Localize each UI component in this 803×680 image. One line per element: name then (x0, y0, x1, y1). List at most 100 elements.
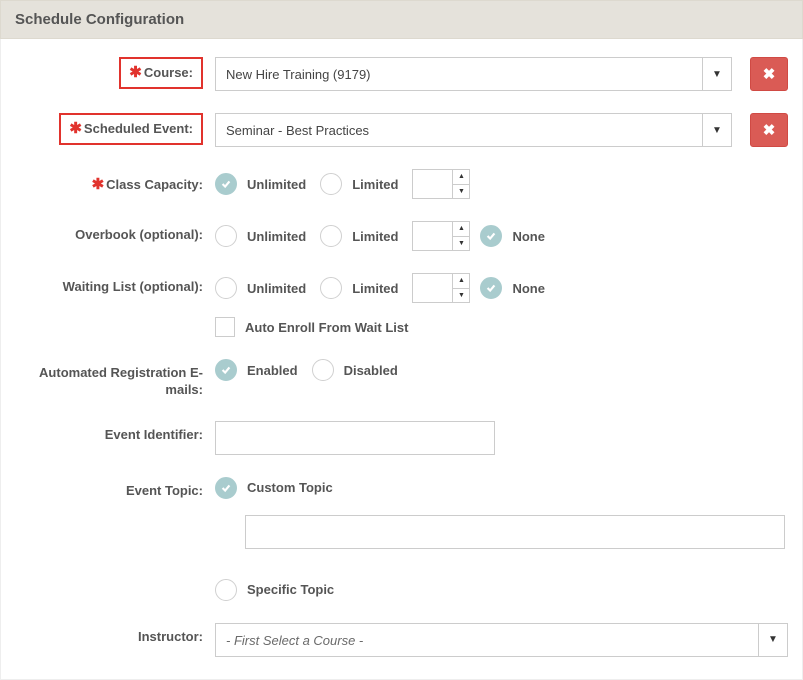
radio-emails-enabled[interactable] (215, 359, 237, 381)
label-auto-enroll: Auto Enroll From Wait List (245, 320, 408, 335)
row-auto-emails: Automated Registration E-mails: Enabled … (15, 359, 788, 399)
spinner-down-icon[interactable]: ▼ (453, 237, 469, 251)
input-waitlist-limit[interactable] (412, 273, 452, 303)
chevron-down-icon: ▼ (702, 57, 732, 91)
control-waiting-list: Unlimited Limited ▲ ▼ None (215, 273, 788, 303)
spinner-up-icon[interactable]: ▲ (453, 222, 469, 237)
custom-topic-option: Custom Topic (215, 477, 337, 499)
required-star-icon: ✱ (92, 176, 105, 193)
input-capacity-limit[interactable] (412, 169, 452, 199)
radio-custom-topic[interactable] (215, 477, 237, 499)
label-class-capacity: Class Capacity: (106, 177, 203, 192)
label-auto-emails-col: Automated Registration E-mails: (15, 359, 215, 399)
waitlist-number-wrap: ▲ ▼ (412, 273, 470, 303)
spinner-down-icon[interactable]: ▼ (453, 289, 469, 303)
remove-course-button[interactable]: ✖ (750, 57, 788, 91)
label-course: Course: (144, 65, 193, 80)
check-icon (220, 482, 232, 494)
row-class-capacity: ✱Class Capacity: Unlimited Limited ▲ ▼ (15, 169, 788, 199)
row-scheduled-event: ✱Scheduled Event: Seminar - Best Practic… (15, 113, 788, 147)
label-none: None (512, 229, 545, 244)
check-icon (220, 364, 232, 376)
label-auto-enroll-col (15, 317, 215, 323)
input-event-identifier[interactable] (215, 421, 495, 455)
checkbox-auto-enroll[interactable] (215, 317, 235, 337)
check-icon (485, 230, 497, 242)
label-event-topic: Event Topic: (126, 483, 203, 498)
label-limited: Limited (352, 281, 398, 296)
remove-scheduled-event-button[interactable]: ✖ (750, 113, 788, 147)
control-class-capacity: Unlimited Limited ▲ ▼ (215, 169, 788, 199)
label-disabled: Disabled (344, 363, 398, 378)
panel-header: Schedule Configuration (0, 0, 803, 39)
capacity-spinner: ▲ ▼ (452, 169, 470, 199)
label-custom-topic: Custom Topic (247, 480, 333, 495)
radio-capacity-limited[interactable] (320, 173, 342, 195)
label-unlimited: Unlimited (247, 281, 306, 296)
form-area: ✱Course: New Hire Training (9179) ▼ ✖ ✱S… (0, 39, 803, 680)
label-none: None (512, 281, 545, 296)
label-unlimited: Unlimited (247, 229, 306, 244)
required-star-icon: ✱ (129, 64, 142, 81)
input-custom-topic[interactable] (245, 515, 785, 549)
row-instructor: Instructor: - First Select a Course - ▼ (15, 623, 788, 657)
row-event-topic: Event Topic: Custom Topic Specific Topic (15, 477, 788, 601)
label-event-identifier-col: Event Identifier: (15, 421, 215, 444)
control-instructor: - First Select a Course - ▼ (215, 623, 788, 657)
label-overbook: Overbook (optional): (75, 227, 203, 242)
input-overbook-limit[interactable] (412, 221, 452, 251)
radio-overbook-unlimited[interactable] (215, 225, 237, 247)
specific-topic-option: Specific Topic (215, 579, 338, 601)
select-scheduled-event-value: Seminar - Best Practices (215, 113, 702, 147)
label-enabled: Enabled (247, 363, 298, 378)
overbook-number-wrap: ▲ ▼ (412, 221, 470, 251)
select-scheduled-event[interactable]: Seminar - Best Practices ▼ (215, 113, 732, 147)
radio-waitlist-unlimited[interactable] (215, 277, 237, 299)
spinner-down-icon[interactable]: ▼ (453, 185, 469, 199)
label-class-capacity-col: ✱Class Capacity: (15, 169, 215, 195)
panel-title: Schedule Configuration (15, 11, 184, 28)
close-icon: ✖ (763, 121, 776, 139)
radio-emails-disabled[interactable] (312, 359, 334, 381)
check-icon (220, 178, 232, 190)
select-course-value: New Hire Training (9179) (215, 57, 702, 91)
control-course: New Hire Training (9179) ▼ ✖ (215, 57, 788, 91)
label-limited: Limited (352, 177, 398, 192)
control-auto-enroll: Auto Enroll From Wait List (215, 317, 788, 337)
chevron-down-icon: ▼ (758, 623, 788, 657)
radio-overbook-limited[interactable] (320, 225, 342, 247)
label-scheduled-event-col: ✱Scheduled Event: (15, 113, 215, 145)
label-overbook-col: Overbook (optional): (15, 221, 215, 244)
label-scheduled-event: Scheduled Event: (84, 121, 193, 136)
control-auto-emails: Enabled Disabled (215, 359, 788, 381)
row-event-identifier: Event Identifier: (15, 421, 788, 455)
control-event-topic: Custom Topic Specific Topic (215, 477, 788, 601)
select-course[interactable]: New Hire Training (9179) ▼ (215, 57, 732, 91)
radio-specific-topic[interactable] (215, 579, 237, 601)
select-instructor[interactable]: - First Select a Course - ▼ (215, 623, 788, 657)
spinner-up-icon[interactable]: ▲ (453, 274, 469, 289)
check-icon (485, 282, 497, 294)
label-course-highlight: ✱Course: (119, 57, 203, 89)
row-auto-enroll: Auto Enroll From Wait List (15, 317, 788, 337)
label-waiting-list-col: Waiting List (optional): (15, 273, 215, 296)
radio-capacity-unlimited[interactable] (215, 173, 237, 195)
required-star-icon: ✱ (69, 120, 82, 137)
label-event-topic-col: Event Topic: (15, 477, 215, 500)
radio-overbook-none[interactable] (480, 225, 502, 247)
label-waiting-list: Waiting List (optional): (63, 279, 203, 294)
radio-waitlist-none[interactable] (480, 277, 502, 299)
label-scheduled-event-highlight: ✱Scheduled Event: (59, 113, 203, 145)
close-icon: ✖ (763, 65, 776, 83)
spinner-up-icon[interactable]: ▲ (453, 170, 469, 185)
row-overbook: Overbook (optional): Unlimited Limited ▲… (15, 221, 788, 251)
label-limited: Limited (352, 229, 398, 244)
label-instructor-col: Instructor: (15, 623, 215, 646)
label-course-col: ✱Course: (15, 57, 215, 89)
overbook-spinner: ▲ ▼ (452, 221, 470, 251)
row-course: ✱Course: New Hire Training (9179) ▼ ✖ (15, 57, 788, 91)
radio-waitlist-limited[interactable] (320, 277, 342, 299)
label-auto-emails: Automated Registration E-mails: (39, 365, 203, 397)
control-overbook: Unlimited Limited ▲ ▼ None (215, 221, 788, 251)
row-waiting-list: Waiting List (optional): Unlimited Limit… (15, 273, 788, 303)
